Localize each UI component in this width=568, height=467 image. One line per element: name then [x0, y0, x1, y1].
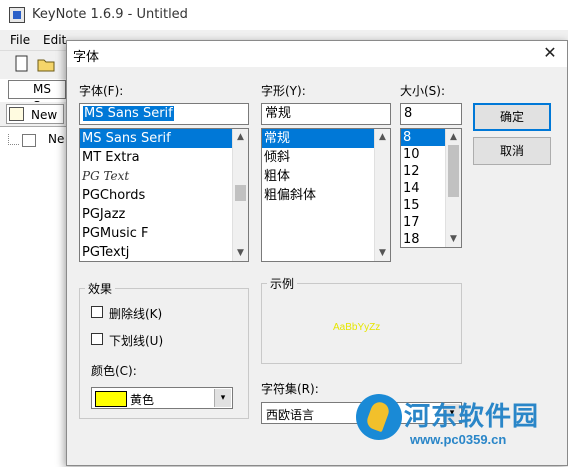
list-item-font[interactable]: PGTextj	[80, 243, 248, 261]
list-item-font[interactable]: PG Text	[80, 167, 248, 186]
menu-edit[interactable]: Edit	[43, 33, 66, 47]
close-icon[interactable]: ✕	[537, 42, 563, 64]
size-list-scrollbar[interactable]: ▲ ▼	[445, 129, 461, 247]
list-item-style[interactable]: 粗体	[262, 167, 390, 186]
style-label: 字形(Y):	[261, 84, 306, 98]
tree-node-icon	[22, 134, 36, 147]
effects-group-title: 效果	[85, 280, 116, 297]
scroll-thumb[interactable]	[235, 185, 246, 201]
watermark-url: www.pc0359.cn	[410, 432, 507, 447]
menu-file[interactable]: File	[10, 33, 30, 47]
open-folder-icon[interactable]	[36, 54, 56, 74]
charset-value: 西欧语言	[266, 408, 315, 422]
list-item-font[interactable]: PGChords	[80, 186, 248, 205]
list-item-font[interactable]: MT Extra	[80, 148, 248, 167]
note-icon	[9, 107, 24, 121]
ok-button[interactable]: 确定	[473, 103, 551, 131]
scroll-down-icon[interactable]: ▼	[233, 245, 248, 261]
list-item-style[interactable]: 常规	[262, 129, 390, 148]
watermark-name: 河东软件园	[404, 402, 540, 432]
tree-connector	[8, 134, 19, 145]
sample-text: AaBbYyZz	[333, 322, 381, 333]
underline-checkbox[interactable]	[91, 333, 103, 345]
color-value: 黄色	[130, 393, 155, 407]
color-combobox[interactable]: 黄色 ▾	[91, 387, 233, 409]
app-title: KeyNote 1.6.9 - Untitled	[32, 7, 188, 22]
list-item-style[interactable]: 倾斜	[262, 148, 390, 167]
cancel-button[interactable]: 取消	[473, 137, 551, 165]
font-list[interactable]: MS Sans Serif MT Extra PG Text PGChords …	[79, 128, 249, 262]
font-input[interactable]: MS Sans Serif	[79, 103, 249, 125]
size-input[interactable]: 8	[400, 103, 462, 125]
strikeout-label[interactable]: 删除线(K)	[109, 305, 162, 322]
scroll-thumb[interactable]	[448, 145, 459, 197]
scroll-up-icon[interactable]: ▲	[446, 129, 461, 145]
scroll-down-icon[interactable]: ▼	[446, 231, 461, 247]
underline-label[interactable]: 下划线(U)	[109, 332, 163, 349]
list-item-font[interactable]: MS Sans Serif	[80, 129, 248, 148]
scroll-down-icon[interactable]: ▼	[375, 245, 390, 261]
sample-group-title: 示例	[267, 275, 298, 292]
font-input-value: MS Sans Serif	[83, 106, 174, 121]
list-item-font[interactable]: PGJazz	[80, 205, 248, 224]
size-label: 大小(S):	[400, 84, 446, 98]
charset-label: 字符集(R):	[261, 382, 319, 396]
scroll-up-icon[interactable]: ▲	[375, 129, 390, 145]
font-list-scrollbar[interactable]: ▲ ▼	[232, 129, 248, 261]
chevron-down-icon[interactable]: ▾	[214, 389, 231, 407]
scroll-up-icon[interactable]: ▲	[233, 129, 248, 145]
list-item-style[interactable]: 粗偏斜体	[262, 186, 390, 205]
strikeout-checkbox[interactable]	[91, 306, 103, 318]
new-file-icon[interactable]	[12, 54, 32, 74]
style-list-scrollbar[interactable]: ▲ ▼	[374, 129, 390, 261]
font-label: 字体(F):	[79, 84, 124, 98]
list-item-font[interactable]: PGMusic F	[80, 224, 248, 243]
dialog-titlebar	[67, 41, 567, 67]
app-font-combobox[interactable]: MS Sa	[8, 80, 66, 113]
watermark-logo	[356, 394, 402, 440]
dialog-title: 字体	[73, 50, 100, 65]
color-swatch	[95, 391, 127, 407]
color-label: 颜色(C):	[91, 364, 137, 378]
keynote-app-icon	[9, 7, 25, 23]
style-list[interactable]: 常规 倾斜 粗体 粗偏斜体 ▲ ▼	[261, 128, 391, 262]
tree-node[interactable]: Ne	[48, 132, 64, 146]
style-input[interactable]: 常规	[261, 103, 391, 125]
size-list[interactable]: 8 10 12 14 15 17 18 ▲ ▼	[400, 128, 462, 248]
